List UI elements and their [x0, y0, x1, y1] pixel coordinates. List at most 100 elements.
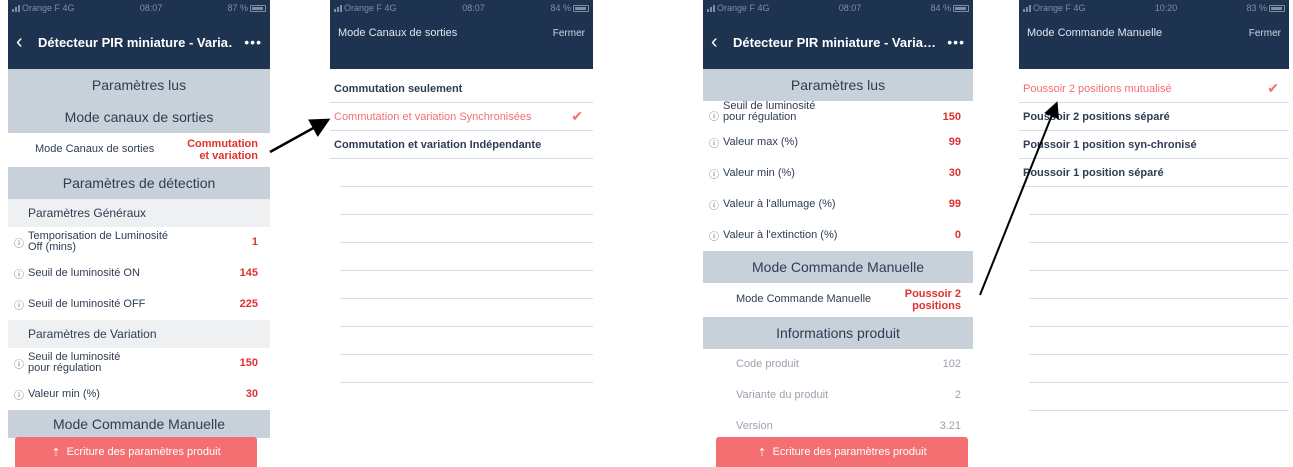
- option-item-selected[interactable]: Poussoir 2 positions mutualisé ✔: [1019, 75, 1289, 103]
- screen-channel-mode: Orange F 4G 08:07 84 % Mode Canaux de so…: [330, 0, 593, 467]
- empty-row: [340, 187, 593, 215]
- screen-settings-1: Orange F 4G 08:07 87 % ‹ Détecteur PIR m…: [8, 0, 270, 467]
- empty-row: [1029, 243, 1289, 271]
- info-label: Code produit: [736, 357, 799, 370]
- empty-row: [340, 355, 593, 383]
- setting-label: Temporisation de Luminosité Off (mins): [28, 230, 169, 253]
- manual-mode-value: Poussoir 2 positions: [904, 287, 961, 312]
- setting-label: Valeur max (%): [723, 135, 798, 148]
- status-bar: Orange F 4G 08:07 84 %: [703, 0, 973, 16]
- empty-row: [340, 327, 593, 355]
- back-arrow-icon[interactable]: ‹: [16, 31, 38, 54]
- option-item[interactable]: Poussoir 1 position syn-chronisé: [1019, 131, 1289, 159]
- page-title: Détecteur PIR miniature - Varia…: [733, 34, 935, 50]
- option-item[interactable]: Poussoir 2 positions séparé: [1019, 103, 1289, 131]
- info-icon[interactable]: ⓘ: [709, 228, 723, 243]
- write-params-button[interactable]: ⇡ Ecriture des paramètres produit: [15, 437, 257, 467]
- setting-row[interactable]: ⓘ Valeur min (%) 30: [703, 158, 973, 189]
- channel-mode-row[interactable]: Mode Canaux de sorties Commutation et var…: [8, 133, 270, 167]
- info-value: 102: [942, 358, 961, 370]
- close-button[interactable]: Fermer: [553, 28, 585, 39]
- battery-icon: [249, 4, 266, 12]
- check-icon: ✔: [1267, 80, 1279, 96]
- section-read-params: Paramètres lus: [8, 69, 270, 101]
- nav-bar: Orange F 4G 08:07 84 % ‹ Détecteur PIR m…: [703, 0, 973, 69]
- setting-value: 150: [942, 111, 961, 123]
- nav-bar: Orange F 4G 08:07 87 % ‹ Détecteur PIR m…: [8, 0, 270, 69]
- manual-mode-row[interactable]: Mode Commande Manuelle Poussoir 2 positio…: [703, 283, 973, 317]
- time: 08:07: [139, 3, 163, 13]
- signal-icon: [12, 4, 20, 12]
- setting-value: 145: [239, 267, 258, 279]
- empty-row: [340, 243, 593, 271]
- info-icon[interactable]: ⓘ: [14, 297, 28, 312]
- more-icon[interactable]: •••: [935, 34, 965, 50]
- setting-value: 99: [948, 136, 961, 148]
- setting-value: 0: [954, 229, 961, 241]
- more-icon[interactable]: •••: [232, 34, 262, 50]
- info-icon[interactable]: ⓘ: [709, 197, 723, 212]
- section-detection: Paramètres de détection: [8, 167, 270, 199]
- setting-label: Valeur à l'allumage (%): [723, 197, 836, 210]
- setting-row[interactable]: ⓘ Valeur min (%) 30: [8, 379, 270, 410]
- option-item[interactable]: Poussoir 1 position séparé: [1019, 159, 1289, 187]
- check-icon: ✔: [571, 108, 583, 124]
- info-row: Code produit 102: [703, 349, 973, 380]
- empty-row: [1029, 327, 1289, 355]
- screen-manual-mode: Orange F 4G 10:20 83 % Mode Commande Man…: [1019, 0, 1289, 467]
- write-params-button[interactable]: ⇡ Ecriture des paramètres produit: [716, 437, 968, 467]
- setting-row[interactable]: ⓘ Seuil de luminosité pour régulation 150: [8, 348, 270, 379]
- info-icon[interactable]: ⓘ: [14, 356, 28, 371]
- setting-value: 150: [239, 357, 258, 369]
- setting-row[interactable]: ⓘ Temporisation de Luminosité Off (mins) …: [8, 227, 270, 258]
- empty-row: [1029, 187, 1289, 215]
- info-icon[interactable]: ⓘ: [14, 235, 28, 250]
- setting-row[interactable]: ⓘ Seuil de luminosité pour régulation 150: [703, 101, 973, 127]
- setting-value: 225: [239, 298, 258, 310]
- modal-title: Mode Canaux de sorties: [338, 27, 458, 39]
- setting-label: Valeur min (%): [723, 166, 795, 179]
- empty-row: [1029, 215, 1289, 243]
- section-read-params: Paramètres lus: [703, 69, 973, 101]
- setting-label: Valeur à l'extinction (%): [723, 228, 838, 241]
- option-item[interactable]: Commutation seulement: [330, 75, 593, 103]
- setting-value: 99: [948, 198, 961, 210]
- empty-row: [340, 271, 593, 299]
- setting-label: Valeur min (%): [28, 387, 100, 400]
- upload-icon: ⇡: [757, 446, 767, 459]
- battery-level: 87 %: [227, 3, 248, 13]
- info-label: Variante du produit: [736, 388, 829, 401]
- option-item[interactable]: Commutation et variation Indépendante: [330, 131, 593, 159]
- info-icon[interactable]: ⓘ: [709, 108, 723, 123]
- nav-bar: Orange F 4G 10:20 83 % Mode Commande Man…: [1019, 0, 1289, 69]
- signal-icon: [334, 4, 342, 12]
- channel-mode-value: Commutation et variation: [187, 137, 258, 162]
- info-row: Variante du produit 2: [703, 380, 973, 411]
- info-value: 2: [954, 389, 961, 401]
- battery-icon: [952, 4, 969, 12]
- setting-row[interactable]: ⓘ Valeur max (%) 99: [703, 127, 973, 158]
- setting-value: 30: [245, 388, 258, 400]
- signal-icon: [1023, 4, 1031, 12]
- channel-mode-label: Mode Canaux de sorties: [35, 143, 155, 155]
- signal-icon: [707, 4, 715, 12]
- setting-label: Seuil de luminosité pour régulation: [723, 100, 816, 123]
- section-product-info: Informations produit: [703, 317, 973, 349]
- arrow-1: [269, 118, 331, 154]
- option-item-selected[interactable]: Commutation et variation Synchronisées ✔: [330, 103, 593, 131]
- setting-row[interactable]: ⓘ Seuil de luminosité ON 145: [8, 258, 270, 289]
- info-icon[interactable]: ⓘ: [14, 266, 28, 281]
- battery-icon: [1268, 4, 1285, 12]
- setting-row[interactable]: ⓘ Seuil de luminosité OFF 225: [8, 289, 270, 320]
- setting-label: Seuil de luminosité pour régulation: [28, 351, 121, 374]
- empty-row: [340, 159, 593, 187]
- back-arrow-icon[interactable]: ‹: [711, 31, 733, 54]
- info-icon[interactable]: ⓘ: [14, 387, 28, 402]
- setting-row[interactable]: ⓘ Valeur à l'extinction (%) 0: [703, 220, 973, 251]
- subsection-variation: Paramètres de Variation: [8, 320, 270, 348]
- close-button[interactable]: Fermer: [1249, 28, 1281, 39]
- setting-row[interactable]: ⓘ Valeur à l'allumage (%) 99: [703, 189, 973, 220]
- info-icon[interactable]: ⓘ: [709, 135, 723, 150]
- info-icon[interactable]: ⓘ: [709, 166, 723, 181]
- info-label: Version: [736, 419, 773, 432]
